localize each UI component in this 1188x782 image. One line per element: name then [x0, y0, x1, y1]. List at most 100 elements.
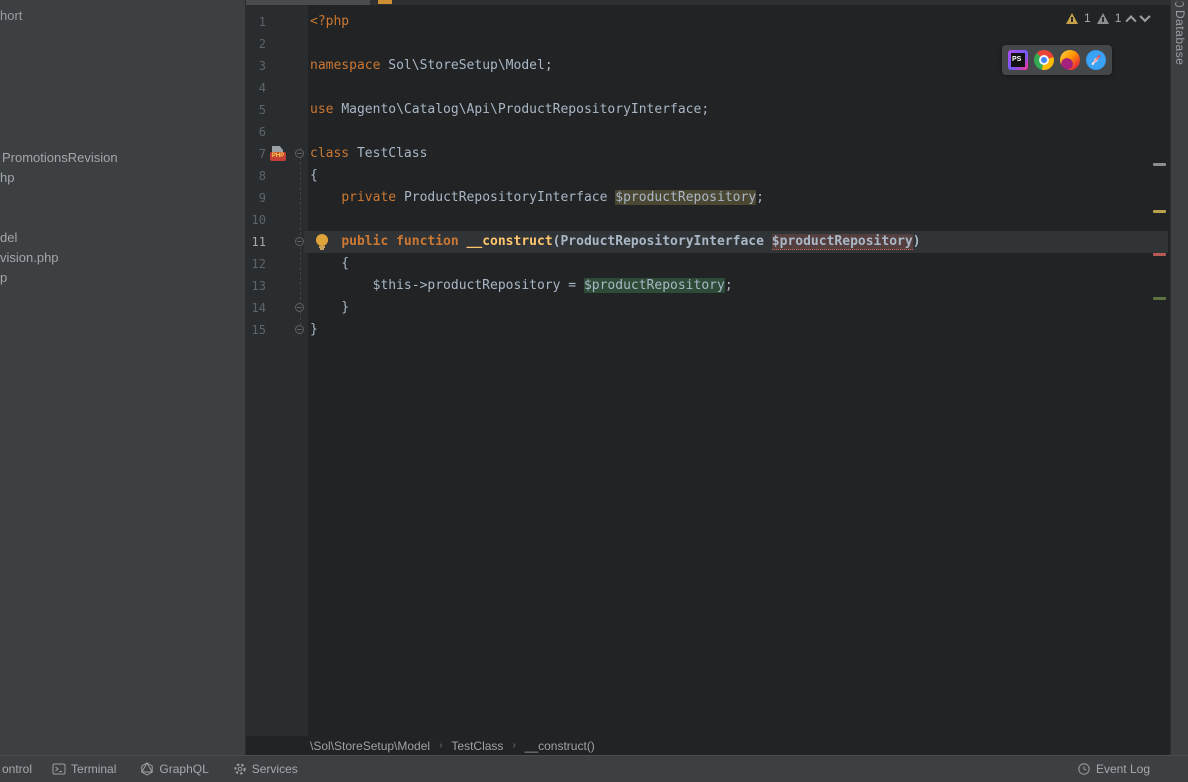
bulb-glass [316, 234, 328, 246]
tree-item[interactable]: del [0, 230, 17, 245]
line-number: 2 [246, 33, 266, 55]
tree-item[interactable]: p [0, 270, 7, 285]
graphql-tool-button[interactable]: GraphQL [140, 762, 208, 776]
code-line[interactable]: } [310, 319, 1170, 341]
line-number: 13 [246, 275, 266, 297]
database-icon [1175, 1, 1184, 7]
breadcrumb-namespace[interactable]: \Sol\StoreSetup\Model [310, 739, 430, 753]
tree-item[interactable]: PromotionsRevision [2, 150, 118, 165]
terminal-icon [52, 762, 66, 776]
error-stripe-mark[interactable] [1153, 297, 1166, 300]
active-tab-indicator [378, 0, 392, 4]
warning-icon [1066, 13, 1078, 24]
breadcrumb: \Sol\StoreSetup\Model › TestClass › __co… [246, 736, 1170, 755]
line-number: 14 [246, 297, 266, 319]
fold-toggle-icon[interactable] [295, 303, 304, 312]
graphql-label: GraphQL [159, 762, 208, 776]
code-token: private [341, 190, 404, 205]
error-stripe-mark[interactable] [1153, 253, 1166, 256]
project-panel-partial-text: hort [0, 8, 22, 23]
services-tool-button[interactable]: Services [233, 762, 298, 776]
code-token: public function [341, 234, 466, 249]
code-line[interactable]: public function __construct(ProductRepos… [310, 231, 1170, 253]
chevron-right-icon: › [512, 740, 515, 751]
code-token: ) [913, 234, 921, 249]
code-token: ; [756, 190, 764, 205]
status-bar: ontrol Terminal GraphQL [0, 755, 1188, 782]
chrome-icon[interactable] [1034, 50, 1054, 70]
code-line[interactable]: class TestClass [310, 143, 1170, 165]
intention-bulb-icon[interactable] [316, 234, 329, 250]
phpstorm-logo-text: PS [1011, 53, 1025, 67]
typo-count: 1 [1115, 11, 1122, 25]
terminal-tool-button[interactable]: Terminal [52, 762, 116, 776]
editor-tab-strip [246, 0, 1170, 5]
php-class-icon-label: PHP [270, 152, 286, 161]
services-label: Services [252, 762, 298, 776]
previous-problem-button[interactable] [1126, 15, 1137, 26]
breadcrumb-method[interactable]: __construct() [525, 739, 595, 753]
firefox-icon[interactable] [1060, 50, 1080, 70]
code-token: } [310, 300, 349, 315]
code-token: <?php [310, 14, 349, 29]
line-number: 6 [246, 121, 266, 143]
tree-item[interactable]: hp [0, 170, 14, 185]
line-number: 15 [246, 319, 266, 341]
code-line[interactable]: { [310, 165, 1170, 187]
line-number: 9 [246, 187, 266, 209]
line-number: 12 [246, 253, 266, 275]
code-token: $this->productRepository = [310, 278, 584, 293]
code-line[interactable]: <?php [310, 11, 1170, 33]
php-class-icon[interactable]: PHP [270, 146, 286, 161]
bulb-base [320, 248, 324, 250]
fold-toggle-icon[interactable] [295, 237, 304, 246]
tool-button-partial[interactable]: ontrol [2, 762, 32, 776]
typo-icon [1097, 13, 1109, 24]
services-icon [233, 762, 247, 776]
code-line[interactable]: $this->productRepository = $productRepos… [310, 275, 1170, 297]
fold-toggle-icon[interactable] [295, 325, 304, 334]
line-number: 5 [246, 99, 266, 121]
line-number: 4 [246, 77, 266, 99]
fold-toggle-icon[interactable] [295, 149, 304, 158]
line-number: 11 [246, 231, 266, 253]
inspections-widget[interactable]: 1 1 [1066, 11, 1149, 25]
safari-icon[interactable] [1086, 50, 1106, 70]
code-token: $productRepository [615, 190, 756, 205]
code-token: class [310, 146, 357, 161]
code-line[interactable]: private ProductRepositoryInterface $prod… [310, 187, 1170, 209]
event-log-label: Event Log [1096, 762, 1150, 776]
code-line[interactable]: { [310, 253, 1170, 275]
code-line[interactable]: use Magento\Catalog\Api\ProductRepositor… [310, 99, 1170, 121]
code-token: use [310, 102, 341, 117]
code-token: ; [725, 278, 733, 293]
terminal-label: Terminal [71, 762, 116, 776]
error-stripe-mark[interactable] [1153, 163, 1166, 166]
line-number: 7 [246, 143, 266, 165]
code-token: } [310, 322, 318, 337]
code-line[interactable] [310, 209, 1170, 231]
code-token: __construct [467, 234, 553, 249]
open-in-browser-toolbar: PS [1002, 45, 1112, 75]
code-token: TestClass [357, 146, 427, 161]
code-line[interactable] [310, 121, 1170, 143]
editor-area[interactable]: 1234567PHP89101112131415 <?phpnamespace … [246, 0, 1170, 755]
phpstorm-browser-icon[interactable]: PS [1008, 50, 1028, 70]
event-log-button[interactable]: Event Log [1077, 762, 1188, 776]
code-line[interactable] [310, 77, 1170, 99]
breadcrumb-class[interactable]: TestClass [451, 739, 503, 753]
tree-item[interactable]: vision.php [0, 250, 59, 265]
database-tool-button[interactable]: Database [1170, 0, 1188, 755]
database-tool-label: Database [1173, 10, 1187, 65]
code-token: namespace [310, 58, 388, 73]
line-number: 1 [246, 11, 266, 33]
chevron-right-icon: › [439, 740, 442, 751]
code-line[interactable]: } [310, 297, 1170, 319]
warning-count: 1 [1084, 11, 1091, 25]
next-problem-button[interactable] [1140, 11, 1151, 22]
status-bar-left: ontrol Terminal GraphQL [0, 762, 298, 776]
code-token: { [310, 256, 349, 271]
error-stripe-mark[interactable] [1153, 210, 1166, 213]
code-token: $productRepository [772, 234, 913, 250]
code-token: Magento\Catalog\Api\ProductRepositoryInt… [341, 102, 709, 117]
